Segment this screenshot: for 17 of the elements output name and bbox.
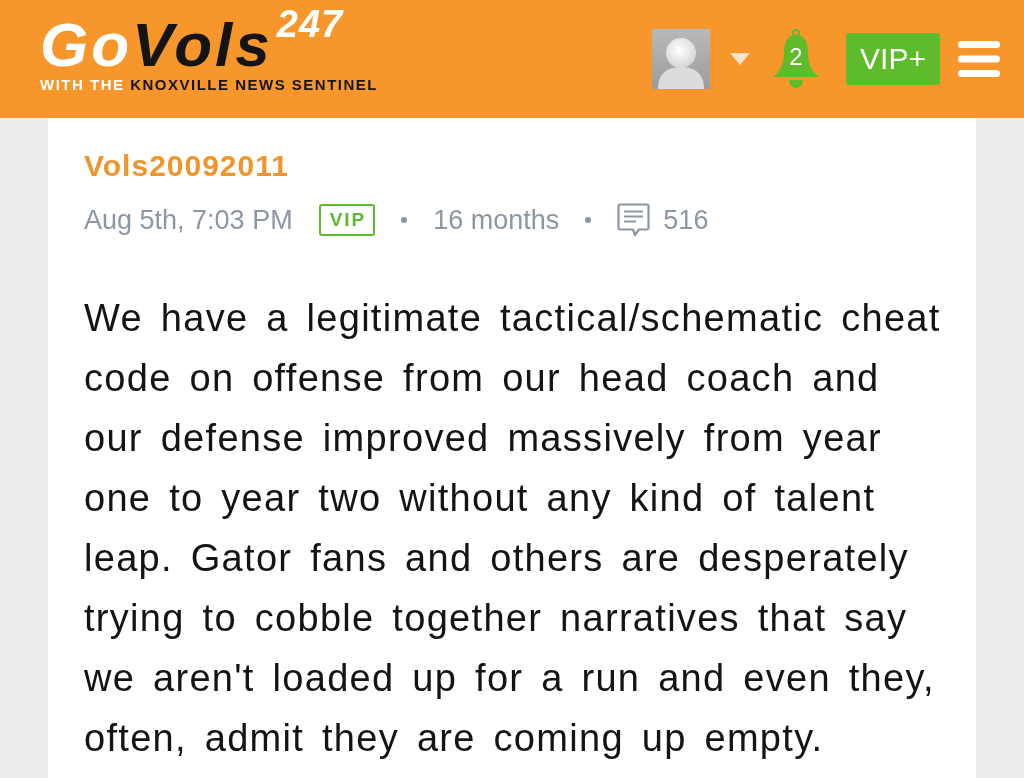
separator-dot-icon: [585, 217, 592, 223]
vip-button[interactable]: VIP+: [846, 33, 940, 85]
caret-down-icon[interactable]: [730, 53, 750, 65]
speech-bubble-icon: [617, 203, 651, 237]
logo-tagline: WITH THE KNOXVILLE NEWS SENTINEL: [40, 77, 379, 93]
notifications-button[interactable]: 2: [772, 29, 820, 89]
bell-icon: [772, 29, 820, 89]
username-link[interactable]: Vols20092011: [84, 149, 289, 183]
post-count: 516: [663, 204, 709, 237]
member-tenure: 16 months: [433, 204, 560, 237]
menu-icon: [958, 41, 1000, 77]
separator-dot-icon: [401, 217, 408, 223]
vip-badge: VIP: [318, 204, 376, 236]
post-timestamp: Aug 5th, 7:03 PM: [84, 204, 293, 237]
post-body: We have a legitimate tactical/schematic cheat code on offense from our head coach and our defense improved massively from year one to year two without any kind of talent leap. Gator fans and others are desperately trying to cobble together narratives that say we aren't loaded up for a run and even they, often, admit they are coming up empty.: [84, 296, 942, 761]
avatar-icon[interactable]: [652, 29, 710, 89]
menu-button[interactable]: [958, 41, 1000, 77]
